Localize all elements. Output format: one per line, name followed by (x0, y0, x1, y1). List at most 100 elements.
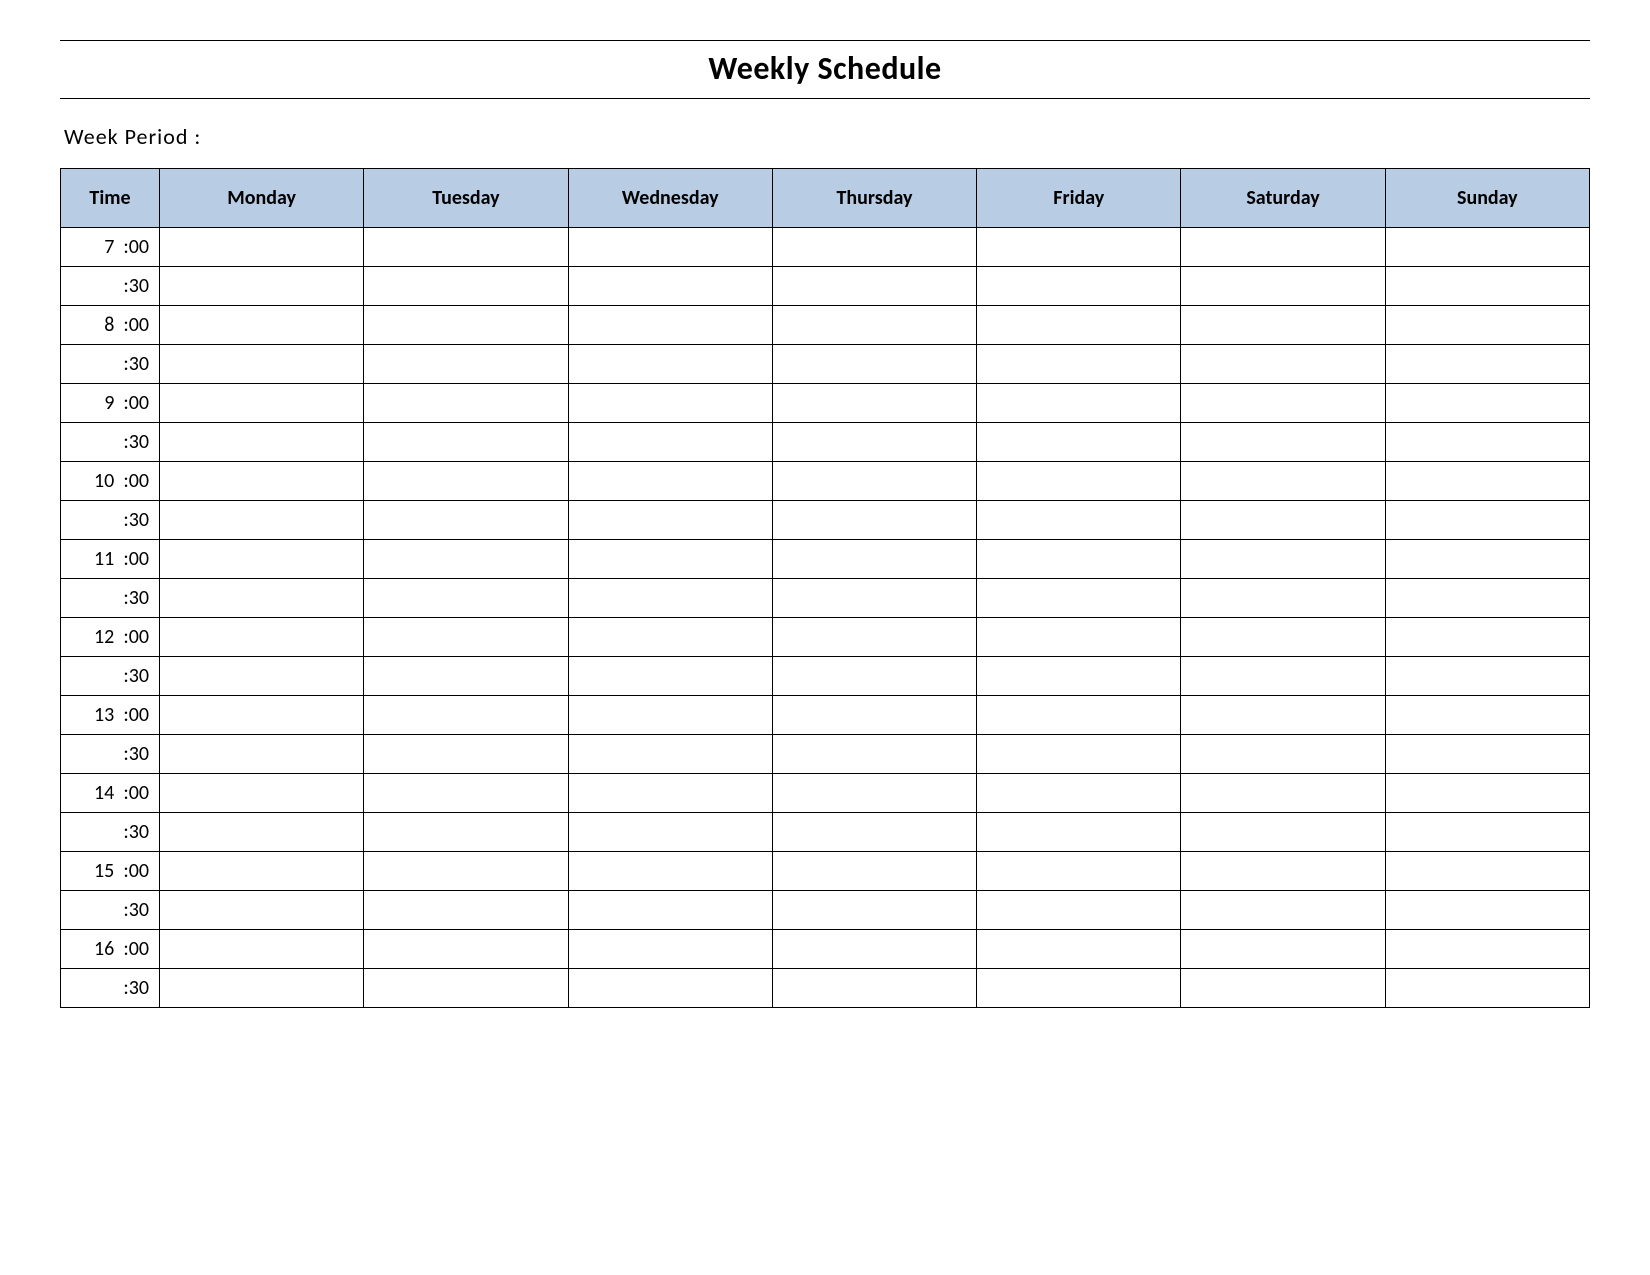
schedule-cell[interactable] (977, 501, 1181, 540)
schedule-cell[interactable] (364, 345, 568, 384)
schedule-cell[interactable] (977, 930, 1181, 969)
schedule-cell[interactable] (568, 852, 772, 891)
schedule-cell[interactable] (364, 696, 568, 735)
schedule-cell[interactable] (772, 384, 976, 423)
schedule-cell[interactable] (772, 501, 976, 540)
schedule-cell[interactable] (1181, 657, 1385, 696)
schedule-cell[interactable] (364, 228, 568, 267)
schedule-cell[interactable] (1385, 579, 1589, 618)
schedule-cell[interactable] (160, 657, 364, 696)
schedule-cell[interactable] (1385, 618, 1589, 657)
schedule-cell[interactable] (1181, 462, 1385, 501)
schedule-cell[interactable] (977, 735, 1181, 774)
schedule-cell[interactable] (977, 462, 1181, 501)
schedule-cell[interactable] (160, 579, 364, 618)
schedule-cell[interactable] (364, 969, 568, 1008)
schedule-cell[interactable] (160, 345, 364, 384)
schedule-cell[interactable] (1385, 501, 1589, 540)
schedule-cell[interactable] (1385, 969, 1589, 1008)
schedule-cell[interactable] (977, 306, 1181, 345)
schedule-cell[interactable] (568, 969, 772, 1008)
schedule-cell[interactable] (160, 774, 364, 813)
schedule-cell[interactable] (1181, 891, 1385, 930)
schedule-cell[interactable] (568, 657, 772, 696)
schedule-cell[interactable] (160, 735, 364, 774)
schedule-cell[interactable] (1181, 267, 1385, 306)
schedule-cell[interactable] (1385, 891, 1589, 930)
schedule-cell[interactable] (772, 228, 976, 267)
schedule-cell[interactable] (568, 930, 772, 969)
schedule-cell[interactable] (568, 579, 772, 618)
schedule-cell[interactable] (1181, 696, 1385, 735)
schedule-cell[interactable] (1181, 813, 1385, 852)
schedule-cell[interactable] (1181, 579, 1385, 618)
schedule-cell[interactable] (772, 813, 976, 852)
schedule-cell[interactable] (160, 501, 364, 540)
schedule-cell[interactable] (160, 462, 364, 501)
schedule-cell[interactable] (568, 306, 772, 345)
schedule-cell[interactable] (160, 306, 364, 345)
schedule-cell[interactable] (1385, 384, 1589, 423)
schedule-cell[interactable] (1385, 540, 1589, 579)
schedule-cell[interactable] (568, 891, 772, 930)
schedule-cell[interactable] (977, 384, 1181, 423)
schedule-cell[interactable] (772, 579, 976, 618)
schedule-cell[interactable] (1385, 267, 1589, 306)
schedule-cell[interactable] (160, 969, 364, 1008)
schedule-cell[interactable] (772, 891, 976, 930)
schedule-cell[interactable] (160, 891, 364, 930)
schedule-cell[interactable] (1181, 540, 1385, 579)
schedule-cell[interactable] (977, 345, 1181, 384)
schedule-cell[interactable] (772, 735, 976, 774)
schedule-cell[interactable] (364, 813, 568, 852)
schedule-cell[interactable] (568, 462, 772, 501)
schedule-cell[interactable] (160, 384, 364, 423)
schedule-cell[interactable] (977, 891, 1181, 930)
schedule-cell[interactable] (568, 423, 772, 462)
schedule-cell[interactable] (977, 657, 1181, 696)
schedule-cell[interactable] (364, 306, 568, 345)
schedule-cell[interactable] (364, 501, 568, 540)
schedule-cell[interactable] (364, 267, 568, 306)
schedule-cell[interactable] (1181, 384, 1385, 423)
schedule-cell[interactable] (1385, 852, 1589, 891)
schedule-cell[interactable] (160, 813, 364, 852)
schedule-cell[interactable] (1181, 969, 1385, 1008)
schedule-cell[interactable] (772, 969, 976, 1008)
schedule-cell[interactable] (364, 618, 568, 657)
schedule-cell[interactable] (364, 774, 568, 813)
schedule-cell[interactable] (364, 423, 568, 462)
schedule-cell[interactable] (160, 930, 364, 969)
schedule-cell[interactable] (977, 228, 1181, 267)
schedule-cell[interactable] (1181, 774, 1385, 813)
schedule-cell[interactable] (1181, 618, 1385, 657)
schedule-cell[interactable] (364, 579, 568, 618)
schedule-cell[interactable] (772, 696, 976, 735)
schedule-cell[interactable] (364, 735, 568, 774)
schedule-cell[interactable] (1385, 696, 1589, 735)
schedule-cell[interactable] (364, 540, 568, 579)
schedule-cell[interactable] (568, 384, 772, 423)
schedule-cell[interactable] (568, 696, 772, 735)
schedule-cell[interactable] (772, 657, 976, 696)
schedule-cell[interactable] (1385, 930, 1589, 969)
schedule-cell[interactable] (160, 618, 364, 657)
schedule-cell[interactable] (772, 306, 976, 345)
schedule-cell[interactable] (977, 774, 1181, 813)
schedule-cell[interactable] (1181, 306, 1385, 345)
schedule-cell[interactable] (1385, 423, 1589, 462)
schedule-cell[interactable] (977, 618, 1181, 657)
schedule-cell[interactable] (1181, 228, 1385, 267)
schedule-cell[interactable] (1181, 423, 1385, 462)
schedule-cell[interactable] (160, 852, 364, 891)
schedule-cell[interactable] (1385, 345, 1589, 384)
schedule-cell[interactable] (1181, 930, 1385, 969)
schedule-cell[interactable] (977, 540, 1181, 579)
schedule-cell[interactable] (1181, 735, 1385, 774)
schedule-cell[interactable] (772, 462, 976, 501)
schedule-cell[interactable] (977, 423, 1181, 462)
schedule-cell[interactable] (977, 852, 1181, 891)
schedule-cell[interactable] (977, 696, 1181, 735)
schedule-cell[interactable] (1385, 228, 1589, 267)
schedule-cell[interactable] (364, 657, 568, 696)
